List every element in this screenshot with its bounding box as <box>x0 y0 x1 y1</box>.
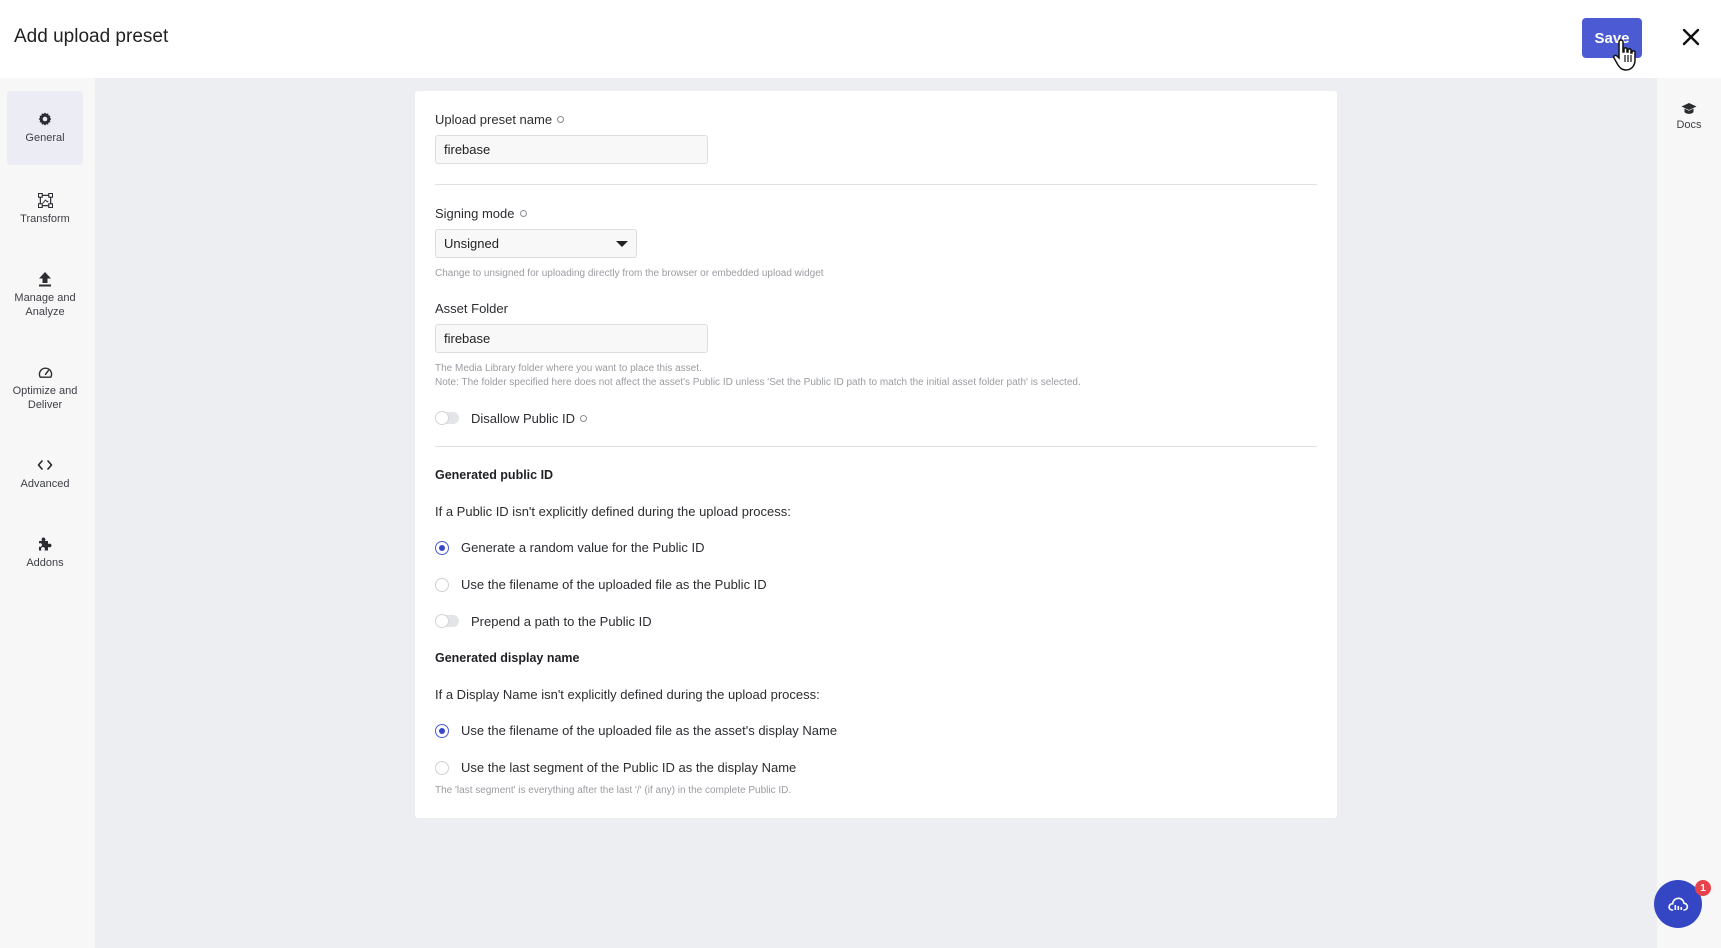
cloud-icon <box>1668 897 1689 911</box>
preset-name-input[interactable] <box>435 135 708 164</box>
chevron-down-icon <box>616 240 628 247</box>
nav-item-general[interactable]: General <box>7 91 83 165</box>
preset-name-label: Upload preset name <box>435 112 565 127</box>
radio-filename-display-name[interactable] <box>435 724 449 738</box>
puzzle-icon <box>37 536 53 552</box>
generated-display-name-title: Generated display name <box>435 651 580 665</box>
upload-icon <box>37 271 53 287</box>
nav-item-manage-and-analyze[interactable]: Manage and Analyze <box>7 271 83 319</box>
asset-folder-input[interactable] <box>435 324 708 353</box>
display-name-help: The 'last segment' is everything after t… <box>435 785 792 796</box>
close-icon <box>1682 28 1700 46</box>
radio-last-segment-display-name-label[interactable]: Use the last segment of the Public ID as… <box>461 760 796 775</box>
asset-folder-help-line1: The Media Library folder where you want … <box>435 363 702 374</box>
info-icon[interactable] <box>557 116 565 123</box>
nav-item-label: Manage and Analyze <box>14 292 76 318</box>
save-button[interactable]: Save <box>1582 18 1642 58</box>
generated-public-id-intro: If a Public ID isn't explicitly defined … <box>435 504 791 519</box>
gauge-icon <box>37 364 53 380</box>
radio-last-segment-display-name[interactable] <box>435 761 449 775</box>
nav-item-label: Optimize and Deliver <box>12 385 78 411</box>
signing-mode-value: Unsigned <box>444 236 499 251</box>
divider <box>435 446 1317 447</box>
signing-mode-label: Signing mode <box>435 206 527 221</box>
toggle-knob <box>435 411 449 425</box>
nav-item-optimize-and-deliver[interactable]: Optimize and Deliver <box>7 364 83 412</box>
code-icon <box>37 457 53 473</box>
radio-filename-public-id-label[interactable]: Use the filename of the uploaded file as… <box>461 577 767 592</box>
page-title: Add upload preset <box>14 26 169 47</box>
general-settings-card: Upload preset name Signing mode Unsigned… <box>415 91 1337 818</box>
disallow-public-id-toggle[interactable] <box>435 411 459 425</box>
top-bar: Add upload preset Save <box>0 0 1721 78</box>
transform-icon <box>37 192 53 208</box>
radio-filename-display-name-label[interactable]: Use the filename of the uploaded file as… <box>461 723 837 738</box>
graduation-cap-icon <box>1681 103 1697 114</box>
info-icon[interactable] <box>519 210 527 217</box>
preset-name-label-text: Upload preset name <box>435 112 553 127</box>
radio-random-public-id-label[interactable]: Generate a random value for the Public I… <box>461 540 705 555</box>
nav-item-advanced[interactable]: Advanced <box>7 457 83 491</box>
divider <box>435 184 1317 185</box>
gear-icon <box>37 111 53 127</box>
signing-mode-select[interactable]: Unsigned <box>435 229 637 258</box>
signing-mode-label-text: Signing mode <box>435 206 515 221</box>
close-button[interactable] <box>1676 22 1706 52</box>
docs-link[interactable]: Docs <box>1657 102 1721 131</box>
nav-item-label: General <box>25 132 65 144</box>
toggle-knob <box>435 614 449 628</box>
generated-display-name-intro: If a Display Name isn't explicitly defin… <box>435 687 820 702</box>
prepend-path-label[interactable]: Prepend a path to the Public ID <box>471 614 652 629</box>
nav-item-label: Advanced <box>20 478 70 490</box>
nav-item-label: Addons <box>26 557 64 569</box>
radio-filename-public-id[interactable] <box>435 578 449 592</box>
nav-item-addons[interactable]: Addons <box>7 536 83 570</box>
notification-badge: 1 <box>1695 880 1711 896</box>
asset-folder-label: Asset Folder <box>435 301 508 316</box>
asset-folder-help-line2: Note: The folder specified here does not… <box>435 377 1081 388</box>
signing-mode-help: Change to unsigned for uploading directl… <box>435 268 824 279</box>
left-nav: General Transform Manage and Analyze Opt… <box>0 78 95 948</box>
radio-random-public-id[interactable] <box>435 541 449 555</box>
prepend-path-toggle[interactable] <box>435 614 459 628</box>
docs-label: Docs <box>1676 119 1702 131</box>
info-icon[interactable] <box>580 415 588 422</box>
nav-item-label: Transform <box>20 213 70 225</box>
right-nav: Docs <box>1657 78 1721 948</box>
generated-public-id-title: Generated public ID <box>435 468 554 482</box>
disallow-public-id-label-text: Disallow Public ID <box>471 411 576 426</box>
nav-item-transform[interactable]: Transform <box>7 192 83 226</box>
disallow-public-id-label: Disallow Public ID <box>471 411 588 426</box>
